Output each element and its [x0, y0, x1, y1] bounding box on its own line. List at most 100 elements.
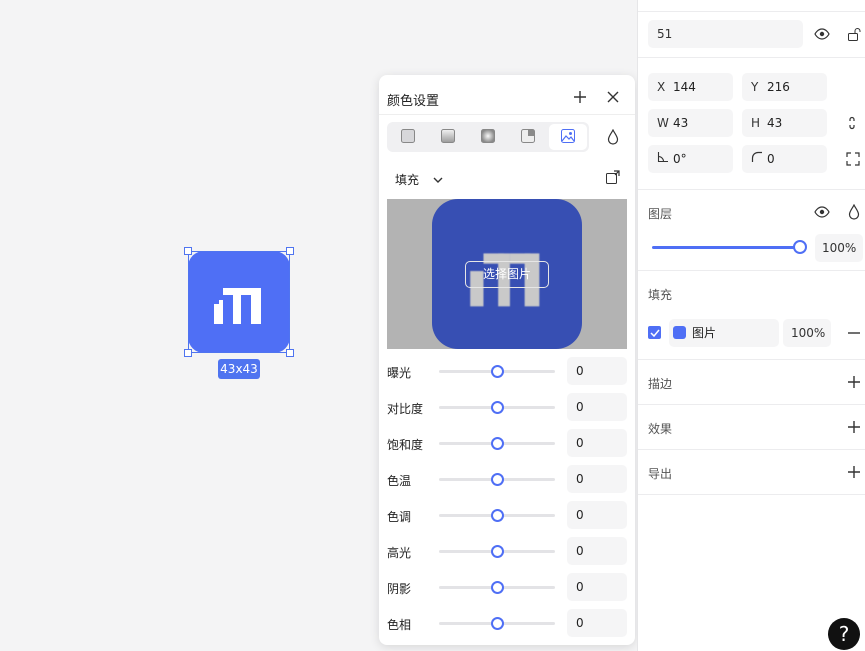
adjustment-slider-knob[interactable]: [491, 473, 504, 486]
unlock-icon[interactable]: [846, 25, 862, 43]
add-export-icon[interactable]: [846, 464, 862, 480]
constrain-proportions-icon[interactable]: [844, 115, 860, 131]
adjustment-slider[interactable]: [439, 509, 555, 522]
remove-fill-icon[interactable]: [846, 325, 862, 341]
add-effect-icon[interactable]: [846, 419, 862, 435]
rotation-icon: [657, 145, 669, 173]
opacity-slider-track[interactable]: [652, 246, 800, 249]
fill-section-title: 填充: [648, 288, 673, 302]
adjustment-input[interactable]: 0: [567, 393, 627, 421]
adjustment-slider[interactable]: [439, 473, 555, 486]
divider: [638, 449, 865, 450]
expand-corners-icon[interactable]: [845, 151, 861, 167]
divider: [638, 494, 865, 495]
replace-image-icon[interactable]: [605, 169, 621, 185]
x-value: 144: [673, 80, 696, 94]
eye-icon[interactable]: [813, 26, 831, 42]
fill-image-swatch-icon: [673, 326, 686, 339]
adjustment-row: 饱和度 0: [387, 429, 627, 457]
h-value: 43: [767, 116, 783, 130]
adjustment-slider-knob[interactable]: [491, 545, 504, 558]
adjustment-slider[interactable]: [439, 581, 555, 594]
adjustment-slider-knob[interactable]: [491, 401, 504, 414]
y-field[interactable]: Y 216: [742, 73, 827, 101]
tab-radial-gradient[interactable]: [469, 124, 507, 150]
add-icon[interactable]: [572, 89, 588, 105]
size-badge: 43x43: [218, 359, 260, 379]
adjustment-input[interactable]: 0: [567, 429, 627, 457]
adjustment-input[interactable]: 0: [567, 573, 627, 601]
divider: [638, 57, 865, 58]
layer-section-title: 图层: [648, 207, 673, 221]
adjustment-row: 曝光 0: [387, 357, 627, 385]
solid-fill-icon: [400, 128, 416, 147]
adjustment-input[interactable]: 0: [567, 609, 627, 637]
adjustment-slider-knob[interactable]: [491, 437, 504, 450]
divider: [638, 189, 865, 190]
fill-mode-select[interactable]: 填充: [395, 171, 443, 188]
adjustment-label: 对比度: [387, 402, 424, 416]
resize-handle-top-left[interactable]: [184, 247, 192, 255]
layer-eye-icon[interactable]: [813, 204, 831, 220]
corner-radius-field[interactable]: 0: [742, 145, 827, 173]
adjustment-row: 色相 0: [387, 609, 627, 637]
adjustment-input[interactable]: 0: [567, 357, 627, 385]
stroke-section-title: 描边: [648, 377, 673, 391]
adjustment-slider-knob[interactable]: [491, 581, 504, 594]
fill-type-field[interactable]: 图片: [669, 319, 779, 347]
tab-angular-gradient[interactable]: [509, 124, 547, 150]
resize-handle-bottom-left[interactable]: [184, 349, 192, 357]
resize-handle-bottom-right[interactable]: [286, 349, 294, 357]
y-label: Y: [751, 80, 759, 94]
resize-handle-top-right[interactable]: [286, 247, 294, 255]
adjustment-label: 色调: [387, 510, 412, 524]
w-label: W: [657, 116, 669, 130]
select-image-button[interactable]: 选择图片: [465, 261, 549, 288]
adjustment-slider[interactable]: [439, 545, 555, 558]
popup-title: 颜色设置: [387, 94, 440, 109]
name-field[interactable]: 51: [648, 20, 803, 48]
height-field[interactable]: H 43: [742, 109, 827, 137]
angular-gradient-icon: [520, 128, 536, 147]
fill-type-label: 图片: [692, 326, 717, 340]
opacity-field[interactable]: 100%: [815, 234, 863, 262]
adjustment-slider[interactable]: [439, 437, 555, 450]
tab-image-fill[interactable]: [549, 124, 587, 150]
adjustment-slider-knob[interactable]: [491, 509, 504, 522]
opacity-slider-knob[interactable]: [793, 240, 807, 254]
adjustment-slider[interactable]: [439, 365, 555, 378]
rotation-value: 0°: [673, 152, 687, 166]
adjustment-slider[interactable]: [439, 401, 555, 414]
blend-mode-droplet-icon[interactable]: [846, 203, 862, 221]
adjustment-row: 色温 0: [387, 465, 627, 493]
chevron-down-icon: [433, 173, 443, 187]
width-field[interactable]: W 43: [648, 109, 733, 137]
linear-gradient-icon: [440, 128, 456, 147]
adjustment-input[interactable]: 0: [567, 501, 627, 529]
fill-opacity-field[interactable]: 100%: [783, 319, 831, 347]
close-icon[interactable]: [605, 89, 621, 105]
adjustment-slider-knob[interactable]: [491, 617, 504, 630]
selected-image-object[interactable]: [184, 247, 294, 357]
rotation-field[interactable]: 0°: [648, 145, 733, 173]
add-stroke-icon[interactable]: [846, 374, 862, 390]
x-field[interactable]: X 144: [648, 73, 733, 101]
opacity-value: 100%: [822, 241, 857, 255]
y-value: 216: [767, 80, 790, 94]
adjustment-row: 色调 0: [387, 501, 627, 529]
adjustment-input[interactable]: 0: [567, 465, 627, 493]
adjustment-label: 色温: [387, 474, 412, 488]
adjustment-input[interactable]: 0: [567, 537, 627, 565]
tab-solid-fill[interactable]: [389, 124, 427, 150]
adjustment-slider-knob[interactable]: [491, 365, 504, 378]
droplet-icon[interactable]: [605, 128, 621, 146]
adjustment-slider[interactable]: [439, 617, 555, 630]
help-button[interactable]: ?: [828, 618, 860, 650]
divider: [638, 270, 865, 271]
corner-radius-icon: [751, 145, 763, 173]
fill-checkbox[interactable]: [648, 326, 661, 339]
tab-linear-gradient[interactable]: [429, 124, 467, 150]
radial-gradient-icon: [480, 128, 496, 147]
properties-panel: 51 X 144 Y 216 W 43 H 43 0° 0 图层 100% 填充…: [637, 0, 865, 651]
effects-section-title: 效果: [648, 422, 673, 436]
